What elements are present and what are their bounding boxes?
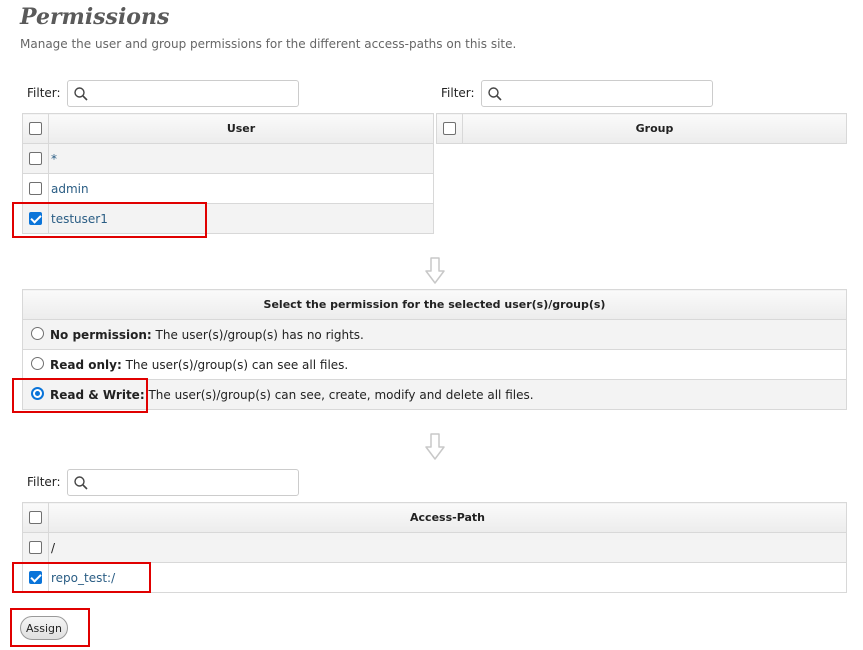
arrow-down-icon (425, 257, 445, 284)
path-select-all-checkbox[interactable] (29, 511, 42, 525)
path-row-checkbox[interactable] (29, 571, 42, 584)
path-row-checkbox[interactable] (29, 541, 42, 554)
path-name[interactable]: / (48, 532, 847, 563)
permission-option-label: No permission: (50, 327, 152, 342)
access-path-column-header: Access-Path (48, 502, 847, 533)
path-name[interactable]: repo_test:/ (48, 562, 847, 593)
user-select-all-cell (22, 113, 49, 144)
path-filter-label: Filter: (27, 475, 61, 489)
group-select-all-cell (436, 113, 463, 144)
arrow-down-icon (425, 433, 445, 460)
permission-option-text: The user(s)/group(s) has no rights. (155, 327, 364, 342)
page-title: Permissions (20, 4, 170, 30)
user-column-header: User (48, 113, 434, 144)
search-icon (74, 476, 88, 490)
group-filter-label: Filter: (441, 86, 475, 100)
user-row[interactable]: testuser1 (22, 203, 434, 234)
no-permission-radio[interactable] (31, 327, 44, 340)
permission-option-label: Read & Write: (50, 387, 145, 402)
permission-option[interactable]: No permission: The user(s)/group(s) has … (22, 319, 847, 350)
group-filter-input[interactable] (481, 80, 713, 107)
search-icon (74, 87, 88, 101)
permission-option-text: The user(s)/group(s) can see, create, mo… (148, 387, 534, 402)
access-path-table: Access-Path / repo_test:/ (22, 502, 847, 593)
path-filter-input[interactable] (67, 469, 299, 496)
permission-option[interactable]: Read & Write: The user(s)/group(s) can s… (22, 379, 847, 410)
group-table: Group (436, 113, 847, 144)
read-only-radio[interactable] (31, 357, 44, 370)
user-name[interactable]: * (48, 143, 434, 174)
permission-option-label: Read only: (50, 357, 122, 372)
search-icon (488, 87, 502, 101)
user-name[interactable]: testuser1 (48, 203, 434, 234)
user-row-checkbox[interactable] (29, 182, 42, 195)
path-row[interactable]: repo_test:/ (22, 562, 847, 593)
path-select-all-cell (22, 502, 49, 533)
permission-table: Select the permission for the selected u… (22, 289, 847, 410)
assign-button[interactable]: Assign (20, 616, 68, 640)
permission-header: Select the permission for the selected u… (22, 289, 847, 320)
user-row-checkbox[interactable] (29, 212, 42, 225)
user-row[interactable]: * (22, 143, 434, 174)
user-table: User * admin testuser1 (22, 113, 434, 234)
user-select-all-checkbox[interactable] (29, 122, 42, 136)
read-write-radio[interactable] (31, 387, 44, 400)
user-filter-input[interactable] (67, 80, 299, 107)
user-row[interactable]: admin (22, 173, 434, 204)
page-description: Manage the user and group permissions fo… (20, 37, 517, 51)
permission-option[interactable]: Read only: The user(s)/group(s) can see … (22, 349, 847, 380)
path-row[interactable]: / (22, 532, 847, 563)
group-column-header: Group (462, 113, 847, 144)
user-row-checkbox[interactable] (29, 152, 42, 165)
user-name[interactable]: admin (48, 173, 434, 204)
user-filter-label: Filter: (27, 86, 61, 100)
permission-option-text: The user(s)/group(s) can see all files. (125, 357, 349, 372)
group-select-all-checkbox[interactable] (443, 122, 456, 136)
